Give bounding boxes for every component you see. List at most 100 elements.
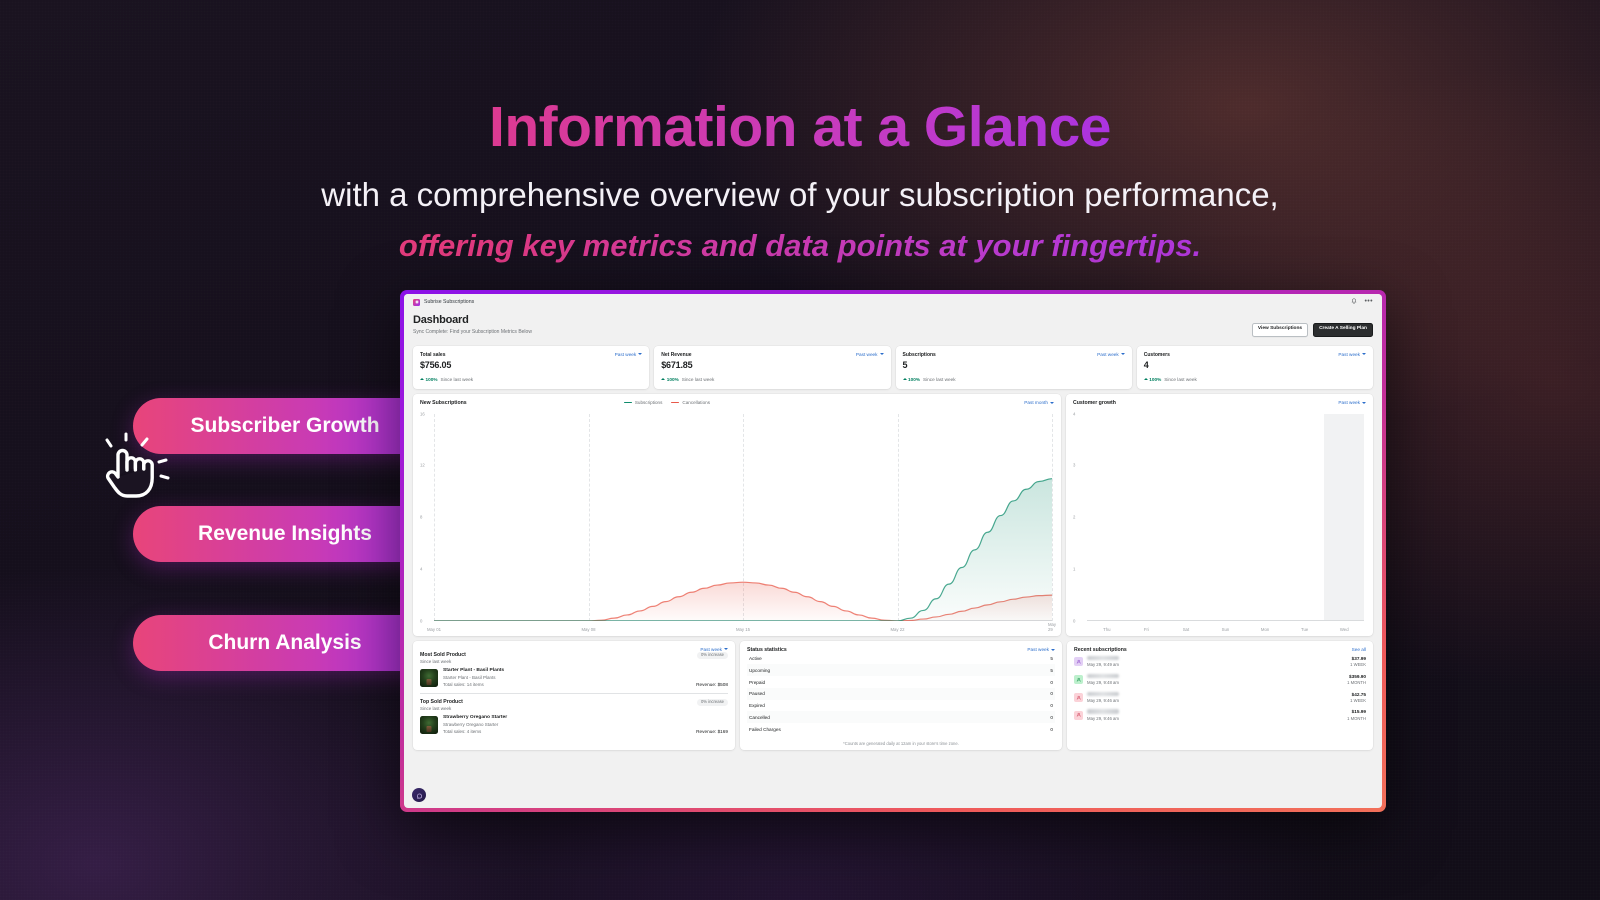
recent-subscription-row[interactable]: May 29, 9:49 am $37.99 1 WEEK bbox=[1074, 653, 1366, 671]
see-all-link[interactable]: See all bbox=[1352, 647, 1366, 652]
x-axis-tick-label: Tue bbox=[1301, 626, 1309, 632]
metric-card-net-revenue: Net Revenue $671.85 Past week 100% Since… bbox=[654, 345, 891, 389]
recent-subscription-row[interactable]: May 29, 9:46 am $42.75 1 WEEK bbox=[1074, 688, 1366, 706]
app-brand-name: Subrise Subscriptions bbox=[424, 299, 475, 305]
bell-icon[interactable] bbox=[1351, 298, 1357, 306]
status-value: 5 bbox=[1050, 655, 1053, 661]
customer-avatar-icon bbox=[1074, 710, 1083, 720]
chat-bubble-icon[interactable] bbox=[412, 788, 426, 802]
status-row: Upcoming 5 bbox=[747, 664, 1055, 677]
metric-delta-value: 100% bbox=[666, 376, 679, 382]
area-series-group bbox=[434, 414, 1052, 621]
card-title: Recent subscriptions bbox=[1074, 646, 1127, 653]
bar-column-highlight[interactable] bbox=[1324, 413, 1364, 621]
create-selling-plan-button[interactable]: Create A Selling Plan bbox=[1313, 323, 1373, 337]
x-axis-tick-label: Sun bbox=[1221, 626, 1230, 632]
product-revenue: Revenue: $169 bbox=[696, 729, 728, 734]
chevron-down-icon bbox=[1049, 401, 1054, 404]
metric-range-selector[interactable]: Past week bbox=[1338, 352, 1366, 357]
status-value: 5 bbox=[1050, 667, 1053, 673]
status-row: Prepaid 0 bbox=[747, 676, 1055, 688]
status-name: Active bbox=[749, 655, 762, 661]
subscription-amount: $37.99 bbox=[1351, 655, 1366, 661]
customer-avatar-icon bbox=[1074, 674, 1083, 684]
view-subscriptions-button[interactable]: View Subscriptions bbox=[1251, 323, 1309, 337]
metric-range-selector[interactable]: Past week bbox=[1097, 352, 1125, 357]
legend-item-cancellations: Cancellations bbox=[671, 400, 710, 405]
legend-item-subscriptions: Subscriptions bbox=[623, 400, 663, 406]
revenue-label: Revenue: bbox=[696, 682, 717, 688]
chart-range-selector[interactable]: Past week bbox=[1338, 400, 1366, 405]
subscription-interval: 1 MONTH bbox=[1347, 715, 1366, 721]
section-subtitle: Since last week bbox=[420, 706, 452, 712]
section-title: Top Sold Product bbox=[420, 698, 463, 705]
legend-label: Cancellations bbox=[682, 400, 710, 406]
feature-pill-label: Churn Analysis bbox=[208, 631, 362, 654]
status-range-selector[interactable]: Past week bbox=[1027, 647, 1055, 652]
subscription-date: May 29, 9:46 am bbox=[1087, 715, 1120, 721]
subscription-amount: $42.75 bbox=[1351, 691, 1366, 697]
status-name: Failed Charges bbox=[749, 726, 781, 732]
product-thumbnail bbox=[420, 715, 438, 734]
revenue-value: $169 bbox=[717, 729, 728, 735]
legend-swatch bbox=[671, 401, 680, 404]
product-total-sales: Total sales: 14 items bbox=[443, 682, 484, 688]
product-description: Strawberry Oregano Starter bbox=[443, 722, 499, 728]
chart-row: New Subscriptions Subscriptions Cancella… bbox=[413, 393, 1373, 636]
app-window: Subrise Subscriptions ••• Dashboard Sync… bbox=[404, 294, 1382, 808]
divider bbox=[420, 693, 728, 694]
metric-card-total-sales: Total sales $756.05 Past week 100% Since… bbox=[413, 345, 650, 389]
customer-name bbox=[1087, 709, 1119, 714]
customer-avatar-icon bbox=[1074, 657, 1083, 667]
product-total-sales: Total sales: 4 items bbox=[443, 729, 482, 735]
legend-label: Subscriptions bbox=[634, 400, 663, 406]
new-subscriptions-chart-card: New Subscriptions Subscriptions Cancella… bbox=[413, 393, 1061, 636]
subscription-date: May 29, 9:48 am bbox=[1087, 680, 1120, 686]
page-title: Dashboard bbox=[413, 314, 469, 326]
product-description: Starter Plant - Basil Plants bbox=[443, 675, 496, 681]
chart-range-selector[interactable]: Past month bbox=[1024, 400, 1054, 405]
subscription-amount: $15.99 bbox=[1351, 709, 1366, 715]
chart-plot-area: 0 4 8 12 16 May 01 May 08 May 15 May 22 May 29 bbox=[420, 410, 1057, 632]
metric-delta: 100% bbox=[661, 377, 679, 382]
metric-range-selector[interactable]: Past week bbox=[615, 352, 643, 357]
chevron-down-icon bbox=[879, 353, 884, 356]
status-name: Paused bbox=[749, 691, 765, 697]
subscription-amount-group: $359.90 1 MONTH bbox=[1347, 674, 1366, 686]
hand-cursor-icon bbox=[105, 432, 170, 498]
x-axis-tick-label: May 29 bbox=[1047, 621, 1057, 632]
status-value: 0 bbox=[1050, 714, 1053, 720]
customer-avatar-icon bbox=[1074, 692, 1083, 702]
x-axis-tick-label: Thu bbox=[1103, 626, 1111, 632]
subscription-amount: $359.90 bbox=[1349, 673, 1366, 679]
metric-delta: 100% bbox=[1143, 376, 1162, 382]
metric-range-selector[interactable]: Past week bbox=[856, 352, 884, 357]
y-axis-tick-label: 8 bbox=[420, 514, 423, 520]
status-footnote: *Counts are generated daily at 12am in y… bbox=[843, 741, 959, 747]
product-revenue: Revenue: $508 bbox=[696, 682, 728, 687]
metric-label: Net Revenue bbox=[661, 351, 692, 358]
metric-delta-value: 100% bbox=[1149, 376, 1162, 382]
status-row: Expired 0 bbox=[747, 700, 1055, 712]
revenue-value: $508 bbox=[717, 682, 728, 688]
recent-subscription-row[interactable]: May 29, 9:46 am $15.99 1 MONTH bbox=[1074, 706, 1366, 724]
y-axis-tick-label: 12 bbox=[420, 462, 425, 468]
status-value: 0 bbox=[1050, 726, 1053, 732]
more-horizontal-icon[interactable]: ••• bbox=[1364, 298, 1373, 305]
chevron-down-icon bbox=[1120, 353, 1125, 356]
feature-pill-label: Subscriber Growth bbox=[190, 414, 380, 437]
recent-subscription-row[interactable]: May 29, 9:48 am $359.90 1 MONTH bbox=[1074, 670, 1366, 688]
caret-up-icon bbox=[661, 378, 666, 381]
app-window-frame: Subrise Subscriptions ••• Dashboard Sync… bbox=[400, 290, 1386, 812]
product-range-selector[interactable]: Past week bbox=[700, 647, 728, 652]
chevron-down-icon bbox=[1051, 648, 1055, 651]
chart-range-label: Past week bbox=[1338, 400, 1360, 406]
x-axis-tick-label: May 08 bbox=[581, 626, 596, 632]
caret-up-icon bbox=[902, 378, 907, 381]
page-header-actions: View Subscriptions Create A Selling Plan bbox=[1251, 314, 1373, 337]
metric-delta-value: 100% bbox=[908, 376, 920, 382]
chevron-down-icon bbox=[1362, 401, 1366, 404]
status-value: 0 bbox=[1050, 691, 1053, 697]
status-value: 0 bbox=[1050, 703, 1053, 709]
customer-name bbox=[1087, 655, 1119, 661]
